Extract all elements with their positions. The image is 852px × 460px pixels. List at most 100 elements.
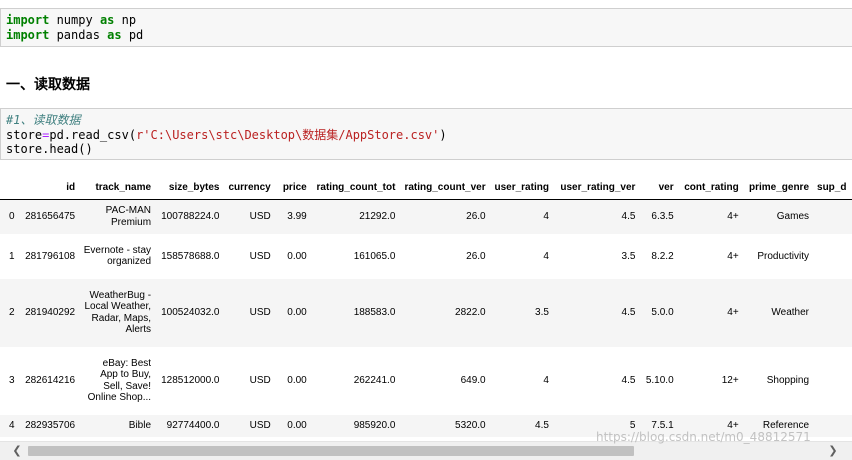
table-cell: USD xyxy=(249,375,271,386)
table-cell: 4 xyxy=(543,375,549,386)
table-cell xyxy=(813,234,852,279)
table-cell: 92774400.0 xyxy=(166,420,220,431)
table-row: 2 281940292 WeatherBug - Local Weather, Ra… xyxy=(0,278,852,347)
code-cell-imports[interactable]: import numpy as np import pandas as pd xyxy=(0,8,852,47)
row-index: 4 xyxy=(9,420,15,431)
table-cell: 4.5 xyxy=(621,375,636,386)
keyword: import xyxy=(6,27,50,42)
table-cell: 5.10.0 xyxy=(645,375,674,386)
track-name-text: eBay: Best App to Buy, Sell, Save! Onlin… xyxy=(87,357,152,404)
code-comment: #1、读取数据 xyxy=(6,113,81,127)
string-literal: 'C:\Users\stc\Desktop\数据集/AppStore.csv' xyxy=(143,127,440,142)
table-cell: 262241.0 xyxy=(353,375,396,386)
row-index: 1 xyxy=(9,250,15,262)
track-name-text: PAC-MAN Premium xyxy=(105,205,152,228)
track-name-text: WeatherBug - Local Weather, Radar, Maps,… xyxy=(84,289,152,336)
dataframe-output: id track_name size_bytes currency price ratin… xyxy=(0,175,852,441)
table-cell: 281940292 xyxy=(25,307,76,318)
alias: np xyxy=(114,13,137,27)
column-header xyxy=(0,175,19,200)
table-cell: Evernote - stay organized xyxy=(79,234,155,279)
table-cell: 281796108 xyxy=(25,250,76,262)
code-cell-read-csv[interactable]: #1、读取数据 store=pd.read_csv(r'C:\Users\stc\… xyxy=(0,108,852,160)
table-cell: Shopping xyxy=(766,375,810,386)
table-cell: Productivity xyxy=(757,250,810,262)
table-cell: 0.00 xyxy=(287,307,307,318)
table-cell: 100788224.0 xyxy=(161,211,220,223)
table-cell: 12+ xyxy=(721,375,739,386)
table-cell: Weather xyxy=(771,307,810,318)
table-cell: 3.5 xyxy=(535,307,549,318)
alias: pd xyxy=(121,27,144,42)
table-cell: USD xyxy=(249,307,271,318)
table-cell: Bible xyxy=(79,415,155,437)
table-cell: 3.5 xyxy=(621,250,636,262)
table-row: 3 282614216 eBay: Best App to Buy, Sell, S… xyxy=(0,346,852,415)
arrow-right-icon[interactable]: ❯ xyxy=(826,444,840,458)
track-name-text: Bible xyxy=(128,419,152,431)
function-call: pd.read_csv( xyxy=(49,127,137,142)
table-cell: 3.99 xyxy=(287,211,307,223)
table-cell xyxy=(813,415,852,437)
row-index: 2 xyxy=(9,307,15,318)
arrow-left-icon[interactable]: ❮ xyxy=(10,444,24,458)
table-row: 0 281656475 PAC-MAN Premium 100788224.0 USD 3… xyxy=(0,199,852,234)
table-cell: 4.5 xyxy=(535,420,549,431)
variable: store xyxy=(6,127,43,142)
table-cell: 2822.0 xyxy=(455,307,486,318)
table-cell: 188583.0 xyxy=(353,307,396,318)
table-cell: 4 xyxy=(543,211,549,223)
table-cell: 4.5 xyxy=(621,211,636,223)
table-cell: 26.0 xyxy=(466,250,486,262)
table-cell: 26.0 xyxy=(466,211,486,223)
table-cell: 4 xyxy=(543,250,549,262)
table-cell: 158578688.0 xyxy=(161,250,220,262)
table-cell xyxy=(813,347,852,415)
table-cell: 5.0.0 xyxy=(651,307,674,318)
section-heading: 一、读取数据 xyxy=(6,77,90,93)
table-cell: 161065.0 xyxy=(353,250,396,262)
table-cell: 649.0 xyxy=(460,375,486,386)
table-cell: 8.2.2 xyxy=(651,250,674,262)
column-header: track_name xyxy=(79,175,156,200)
row-index: 0 xyxy=(9,211,15,223)
module-name: pandas xyxy=(49,27,108,42)
column-header: rating_count_ver xyxy=(399,175,490,200)
column-header: user_rating_ver xyxy=(552,175,640,200)
table-cell: 985920.0 xyxy=(353,420,396,431)
column-header: id xyxy=(18,175,80,200)
code-line: import numpy as np xyxy=(6,13,852,28)
row-index: 3 xyxy=(9,375,15,386)
table-cell: 100524032.0 xyxy=(161,307,220,318)
keyword: import xyxy=(6,13,50,27)
table-cell: 281656475 xyxy=(25,211,76,223)
module-name: numpy xyxy=(49,13,100,27)
column-header: currency xyxy=(223,175,275,200)
table-cell: 4+ xyxy=(727,211,739,223)
table-cell: USD xyxy=(249,420,271,431)
table-body: 0 281656475 PAC-MAN Premium 100788224.0 USD 3… xyxy=(0,199,852,437)
table-cell: WeatherBug - Local Weather, Radar, Maps,… xyxy=(79,279,155,347)
watermark: https://blog.csdn.net/m0_48812571 xyxy=(596,430,811,444)
keyword: as xyxy=(107,27,122,42)
table-cell: 0.00 xyxy=(287,375,307,386)
table-cell: 21292.0 xyxy=(359,211,396,223)
scrollbar-thumb[interactable] xyxy=(28,446,634,456)
column-header: prime_genre xyxy=(742,175,814,200)
code-line: import pandas as pd xyxy=(6,28,852,43)
table-cell: 0.00 xyxy=(287,420,307,431)
table-cell: 5320.0 xyxy=(455,420,486,431)
table-cell xyxy=(813,200,852,234)
table-cell: 128512000.0 xyxy=(161,375,220,386)
column-header: cont_rating xyxy=(677,175,743,200)
column-header: price xyxy=(274,175,311,200)
table-cell: PAC-MAN Premium xyxy=(79,200,155,234)
table-cell: 4.5 xyxy=(621,307,636,318)
table-cell: 4+ xyxy=(727,250,739,262)
table-cell: USD xyxy=(249,211,271,223)
table-cell xyxy=(813,279,852,347)
code-line: store=pd.read_csv(r'C:\Users\stc\Desktop… xyxy=(6,128,852,143)
track-name-text: Evernote - stay organized xyxy=(83,244,152,268)
table-cell: 282935706 xyxy=(25,420,76,431)
table-cell: USD xyxy=(249,250,271,262)
